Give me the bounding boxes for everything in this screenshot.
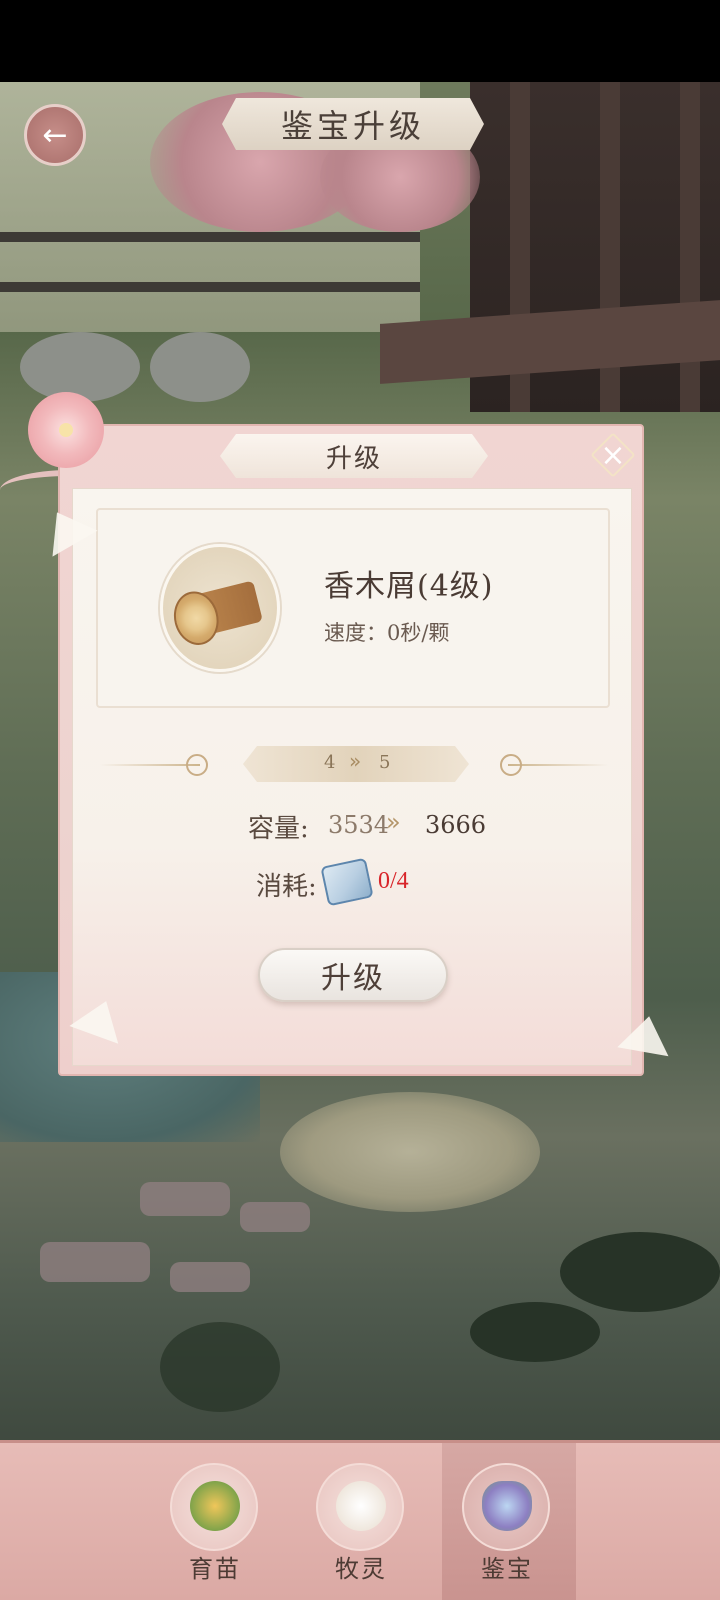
blossom-icon xyxy=(28,392,104,468)
capacity-label: 容量: xyxy=(248,814,309,844)
upgrade-button[interactable]: 升级 xyxy=(258,948,448,1002)
tab-treasure[interactable]: 鉴宝 xyxy=(452,1459,562,1599)
page-title-plate: 鉴宝升级 xyxy=(222,98,484,150)
divider-left xyxy=(100,764,200,766)
back-arrow-icon: ← xyxy=(42,117,68,153)
level-to: 5 xyxy=(379,752,391,773)
upgrade-button-label: 升级 xyxy=(321,961,385,996)
tab-label: 育苗 xyxy=(189,1555,241,1583)
capacity-to: 3666 xyxy=(425,811,487,839)
tab-label: 牧灵 xyxy=(335,1555,387,1583)
tab-label: 鉴宝 xyxy=(481,1555,533,1583)
item-speed: 速度：0秒/颗 xyxy=(324,621,450,645)
close-button[interactable]: × xyxy=(592,434,634,476)
gem-icon xyxy=(482,1481,532,1531)
wood-log-icon xyxy=(179,580,263,640)
level-from: 4 xyxy=(324,752,336,773)
divider-right xyxy=(508,764,608,766)
knot-ornament-icon xyxy=(500,754,522,776)
knot-ornament-icon xyxy=(186,754,208,776)
page-title: 鉴宝升级 xyxy=(280,107,425,145)
capacity-from: 3534 xyxy=(328,811,390,839)
item-name: 香木屑(4级) xyxy=(324,569,494,604)
close-icon: × xyxy=(600,437,626,473)
dialog-title-plate: 升级 xyxy=(220,434,488,478)
level-arrow-icon: » xyxy=(349,749,362,773)
status-bar xyxy=(0,0,720,82)
item-icon-frame xyxy=(160,544,280,672)
cost-label: 消耗: xyxy=(256,872,317,902)
bottom-tab-bar: 育苗 牧灵 鉴宝 xyxy=(0,1440,720,1600)
back-button[interactable]: ← xyxy=(24,104,86,166)
tab-seedling[interactable]: 育苗 xyxy=(160,1459,270,1599)
cost-value: 0/4 xyxy=(378,868,409,894)
capacity-arrow-icon: » xyxy=(386,808,401,836)
seedling-icon xyxy=(190,1481,240,1531)
tab-sheep[interactable]: 牧灵 xyxy=(306,1459,416,1599)
sheep-icon xyxy=(336,1481,386,1531)
dialog-title: 升级 xyxy=(325,443,382,474)
